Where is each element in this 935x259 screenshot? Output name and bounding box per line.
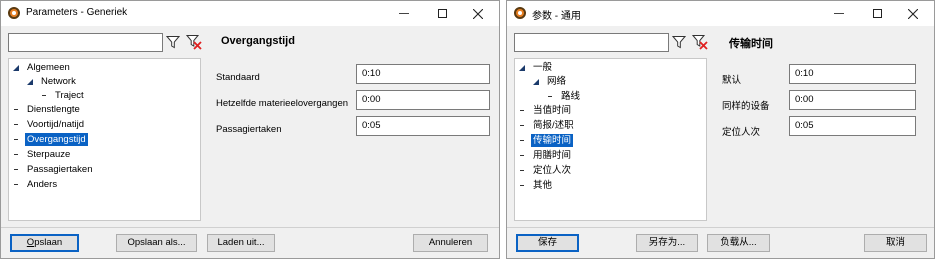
dialog-window-left: Parameters - Generiek Overgangstijd Alge… xyxy=(0,0,500,259)
window-title: 参数 - 通用 xyxy=(532,11,581,22)
expanded-triangle-icon[interactable] xyxy=(532,75,542,88)
tree-item-label: 路线 xyxy=(561,91,581,102)
category-tree: 一般 网络 路线 当值时间 简报/述职 传输时间 用膳时间 定位人次 其他 xyxy=(514,58,707,221)
same-equipment-field[interactable]: 0:00 xyxy=(789,90,916,110)
tree-item-label: Algemeen xyxy=(27,62,70,73)
close-button[interactable] xyxy=(896,1,930,26)
tree-item-label-selected: 传输时间 xyxy=(531,134,574,147)
field-label-default: 默认 xyxy=(722,75,742,86)
tree-item-label: Voortijd/natijd xyxy=(27,119,85,130)
tree-item-label: 当值时间 xyxy=(533,105,572,116)
leaf-dash-icon xyxy=(518,104,528,117)
maximize-icon xyxy=(872,9,882,18)
tree-item-label: Network xyxy=(41,76,76,87)
save-button[interactable]: 保存 xyxy=(516,234,579,252)
tree-item-label: 定位人次 xyxy=(533,165,572,176)
minimize-icon xyxy=(834,13,844,14)
tree-item-label: 用膳时间 xyxy=(533,150,572,161)
field-label-materieel: Hetzelfde materieelovergangen xyxy=(216,98,349,109)
leaf-dash-icon xyxy=(518,149,528,162)
passagiertaken-field[interactable]: 0:05 xyxy=(356,116,490,136)
clear-filter-icon[interactable] xyxy=(692,34,708,50)
tree-item-label: Dienstlengte xyxy=(27,104,80,115)
title-bar[interactable]: Parameters - Generiek xyxy=(1,1,499,26)
maximize-button[interactable] xyxy=(860,1,894,26)
app-logo-icon xyxy=(514,7,526,19)
expanded-triangle-icon[interactable] xyxy=(12,61,22,74)
close-icon xyxy=(908,8,918,19)
maximize-icon xyxy=(437,9,447,18)
leaf-dash-icon xyxy=(518,134,528,147)
leaf-dash-icon xyxy=(40,89,50,102)
minimize-icon xyxy=(399,13,409,14)
load-button[interactable]: Laden uit... xyxy=(207,234,275,252)
filter-icon[interactable] xyxy=(672,35,686,49)
section-title: Overgangstijd xyxy=(221,35,295,47)
field-label-passagiertaken: Passagiertaken xyxy=(216,124,282,135)
tree-item-label: 其他 xyxy=(533,180,553,191)
positioning-field[interactable]: 0:05 xyxy=(789,116,916,136)
leaf-dash-icon xyxy=(12,103,22,116)
default-field[interactable]: 0:10 xyxy=(789,64,916,84)
save-as-button[interactable]: Opslaan als... xyxy=(116,234,197,252)
save-button[interactable]: Opslaan xyxy=(10,234,79,252)
section-title: 传输时间 xyxy=(729,38,773,50)
leaf-dash-icon xyxy=(518,164,528,177)
materieel-field[interactable]: 0:00 xyxy=(356,90,490,110)
tree-item-label-selected: Overgangstijd xyxy=(25,133,88,146)
category-tree: Algemeen Network Traject Dienstlengte Vo… xyxy=(8,58,201,221)
save-button-label: pslaan xyxy=(34,237,63,248)
search-input[interactable] xyxy=(8,33,163,52)
standaard-field[interactable]: 0:10 xyxy=(356,64,490,84)
close-icon xyxy=(473,8,483,19)
leaf-dash-icon xyxy=(12,133,22,146)
leaf-dash-icon xyxy=(546,90,556,103)
field-label-same-equipment: 同样的设备 xyxy=(722,101,770,112)
expanded-triangle-icon[interactable] xyxy=(26,75,36,88)
tree-item-label: 网络 xyxy=(547,76,567,87)
maximize-button[interactable] xyxy=(425,1,459,26)
field-label-standaard: Standaard xyxy=(216,72,260,83)
dialog-window-right: 参数 - 通用 传输时间 一般 网络 路线 当值时间 简报/述职 传输时间 用膳… xyxy=(506,0,935,259)
minimize-button[interactable] xyxy=(387,1,421,26)
leaf-dash-icon xyxy=(518,119,528,132)
leaf-dash-icon xyxy=(12,118,22,131)
search-input[interactable] xyxy=(514,33,669,52)
app-logo-icon xyxy=(8,7,20,19)
window-title: Parameters - Generiek xyxy=(26,7,128,18)
tree-item-label: Anders xyxy=(27,179,58,190)
field-label-positioning: 定位人次 xyxy=(722,127,761,138)
tree-item-label: Passagiertaken xyxy=(27,164,93,175)
cancel-button[interactable]: 取消 xyxy=(864,234,927,252)
leaf-dash-icon xyxy=(12,148,22,161)
divider xyxy=(507,227,934,228)
tree-item-label: Sterpauze xyxy=(27,149,71,160)
filter-icon[interactable] xyxy=(166,35,180,49)
leaf-dash-icon xyxy=(518,179,528,192)
clear-filter-icon[interactable] xyxy=(186,34,202,50)
cancel-button[interactable]: Annuleren xyxy=(413,234,488,252)
title-bar[interactable]: 参数 - 通用 xyxy=(507,1,934,26)
minimize-button[interactable] xyxy=(822,1,856,26)
tree-item-label: 一般 xyxy=(533,62,553,73)
divider xyxy=(1,227,499,228)
leaf-dash-icon xyxy=(12,163,22,176)
load-button[interactable]: 负载从... xyxy=(707,234,770,252)
tree-item-label: Traject xyxy=(55,90,84,101)
close-button[interactable] xyxy=(461,1,495,26)
tree-item-label: 简报/述职 xyxy=(533,120,574,131)
save-as-button[interactable]: 另存为... xyxy=(636,234,698,252)
expanded-triangle-icon[interactable] xyxy=(518,61,528,74)
leaf-dash-icon xyxy=(12,178,22,191)
